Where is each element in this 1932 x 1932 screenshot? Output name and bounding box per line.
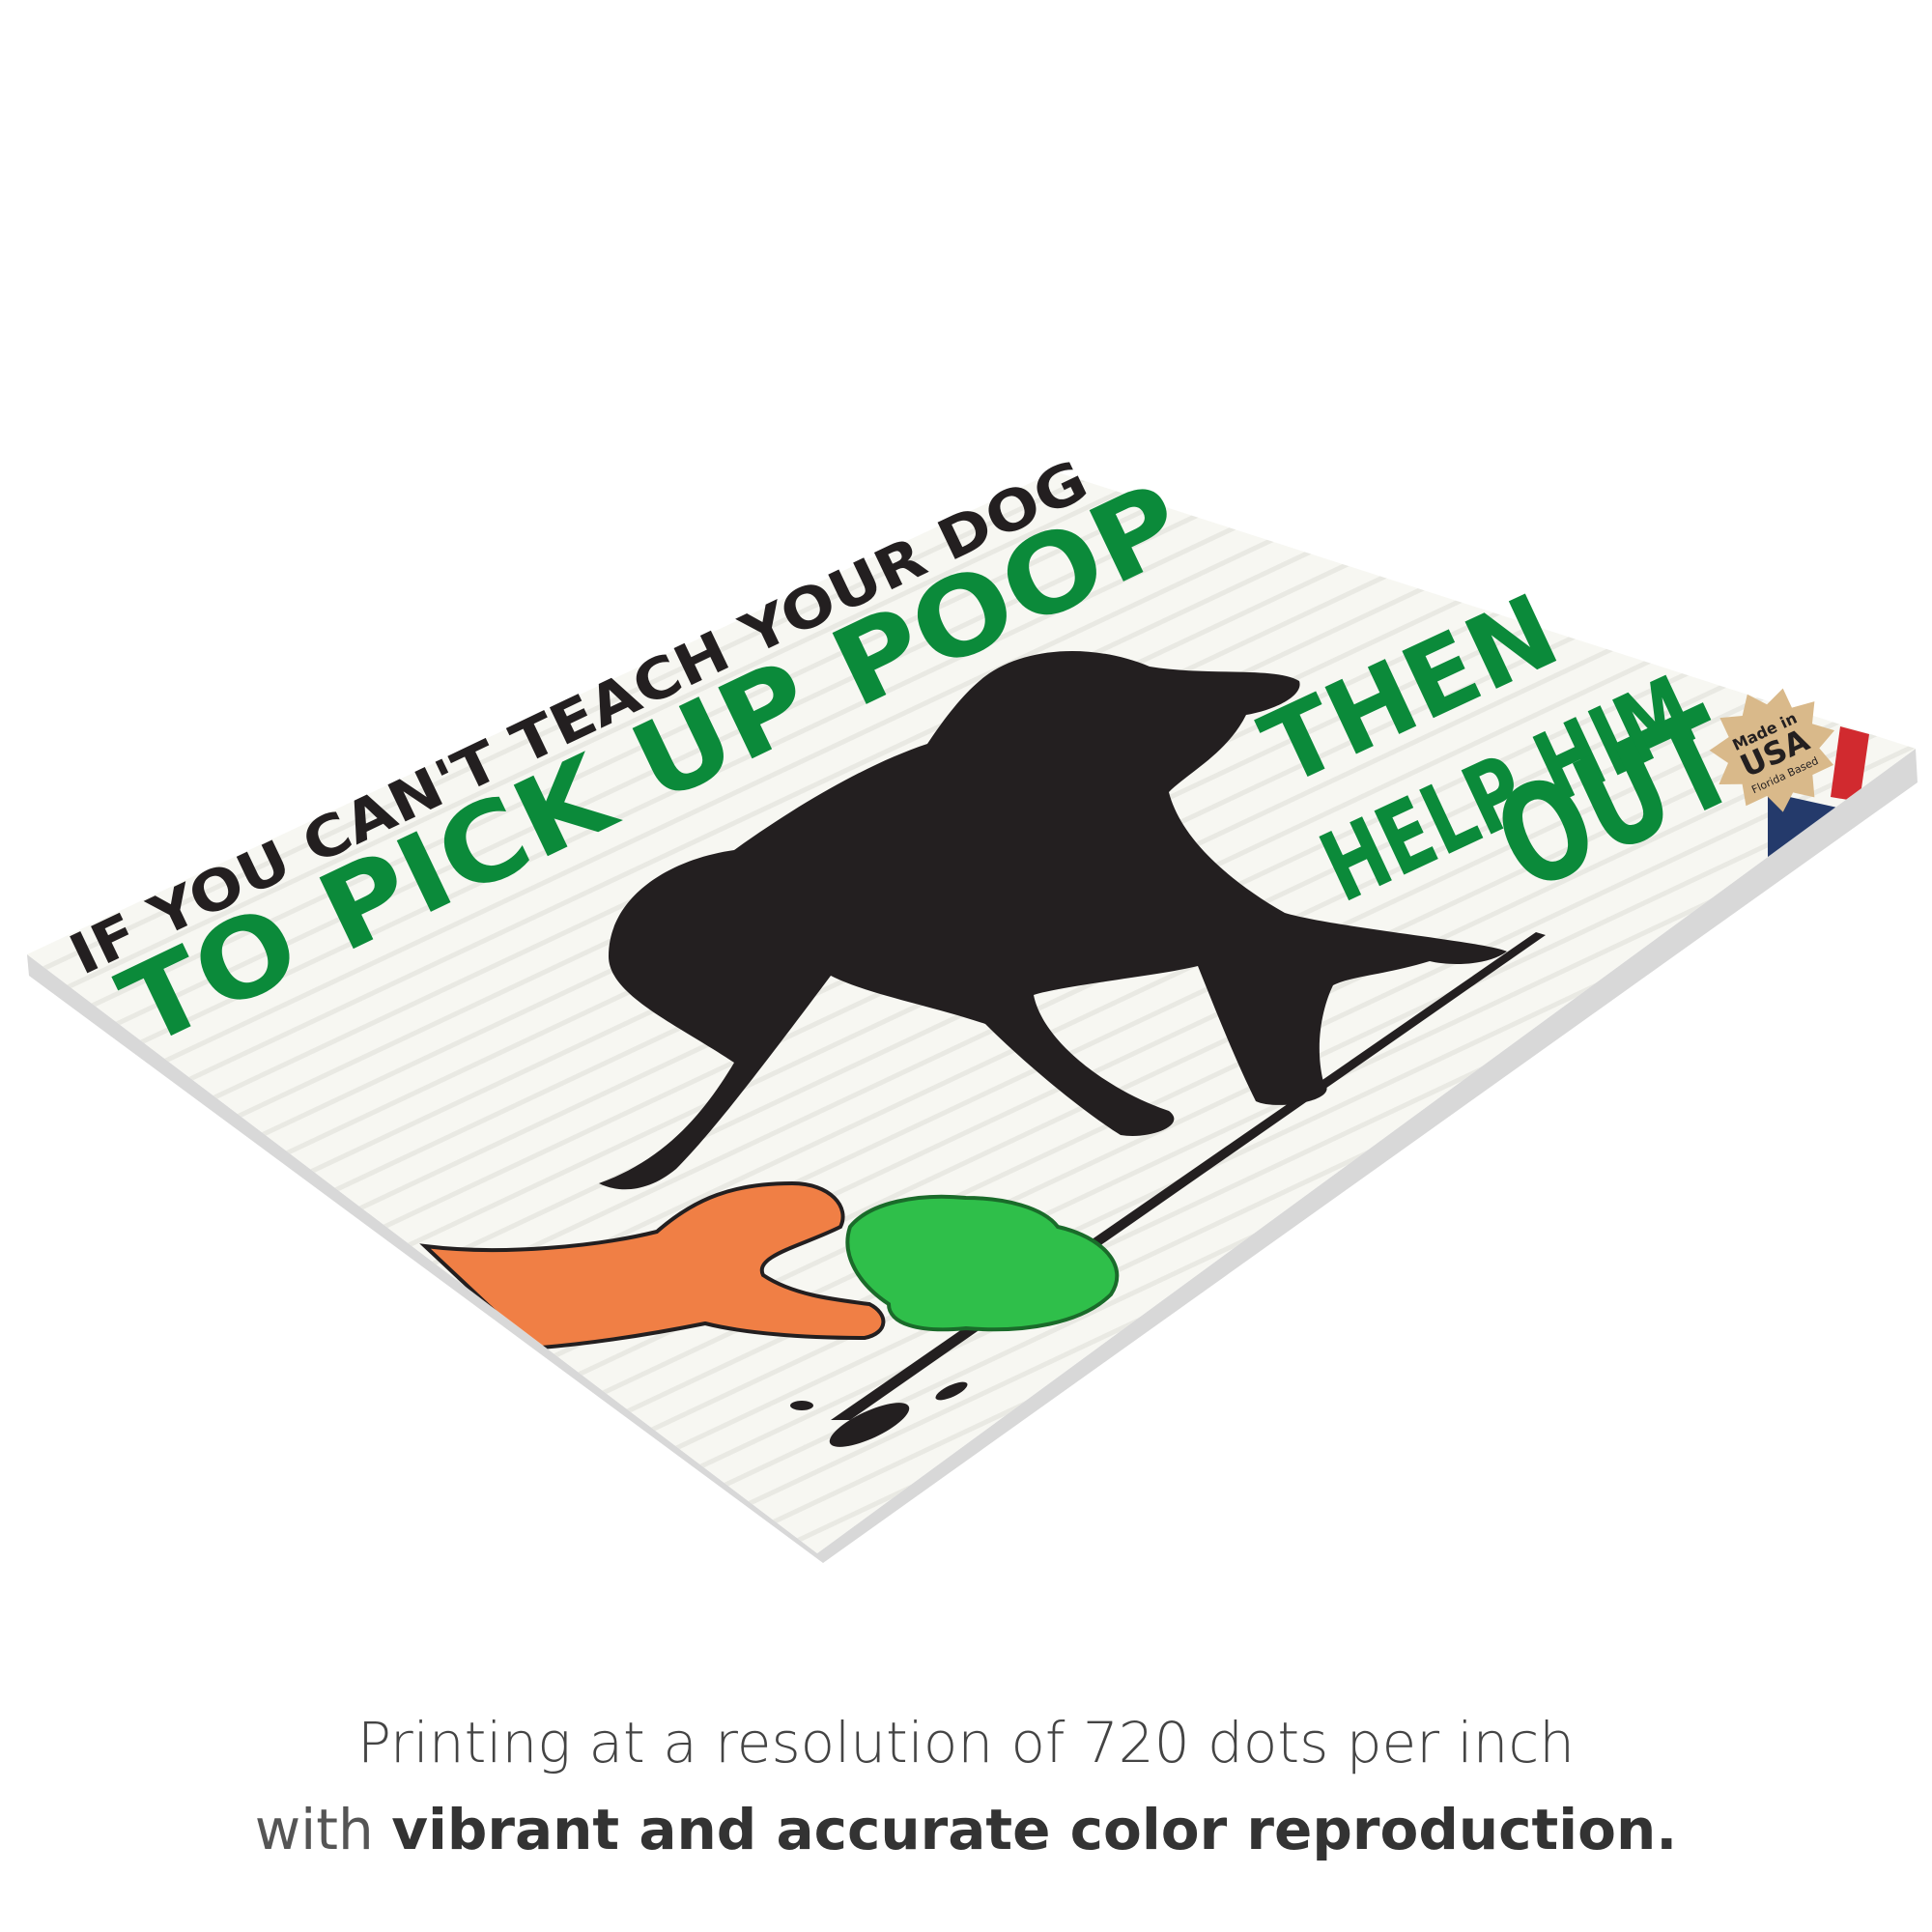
product-image: IF YOU CAN'T TEACH YOUR DOG TO PICK UP P… [0, 0, 1932, 1932]
drip [790, 1401, 813, 1410]
caption-line-1: Printing at a resolution of 720 dots per… [356, 1710, 1576, 1776]
caption-regular: with [254, 1797, 374, 1862]
caption-bold: vibrant and accurate color reproduction. [391, 1797, 1678, 1862]
sign-illustration: IF YOU CAN'T TEACH YOUR DOG TO PICK UP P… [27, 447, 1918, 1563]
caption-line-2: with vibrant and accurate color reproduc… [0, 1797, 1932, 1862]
